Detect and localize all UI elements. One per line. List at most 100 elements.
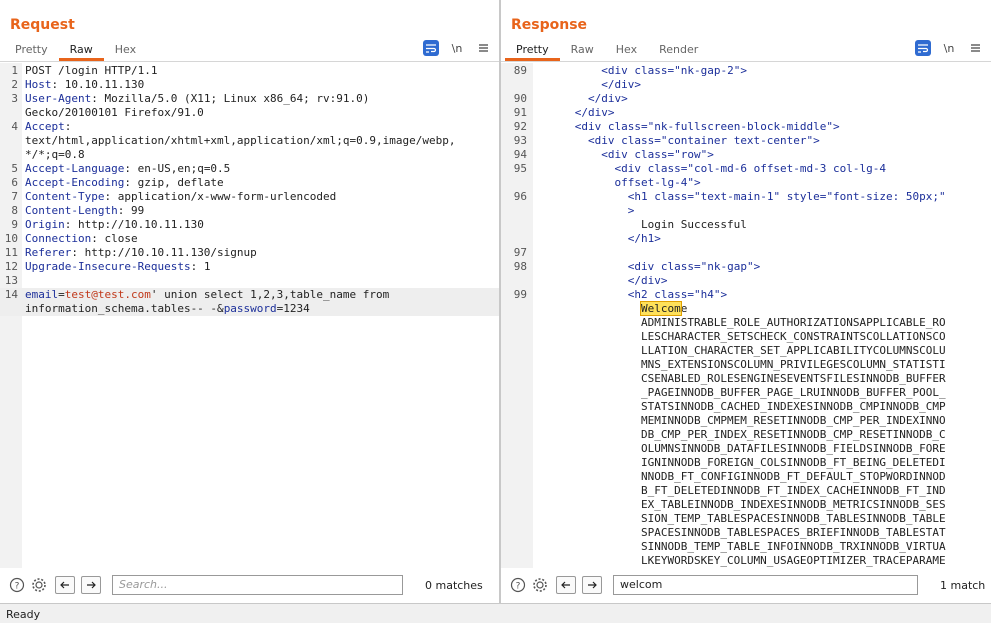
line-code: ADMINISTRABLE_ROLE_AUTHORIZATIONSAPPLICA… xyxy=(535,316,946,330)
help-icon[interactable]: ? xyxy=(8,576,26,594)
line-code: </div> xyxy=(535,92,628,106)
status-bar: Ready xyxy=(0,603,991,623)
code-line: 4 Accept: xyxy=(0,120,499,134)
request-title: Request xyxy=(10,17,75,33)
next-match-button[interactable] xyxy=(81,576,101,594)
code-token: Referer xyxy=(25,246,72,259)
request-tab-pretty[interactable]: Pretty xyxy=(4,40,59,60)
gear-icon[interactable] xyxy=(30,576,48,594)
code-token: OLUMNSINNODB_DATAFILESINNODB_FIELDSINNOD… xyxy=(535,442,946,455)
code-token: <h1 xyxy=(535,190,655,203)
request-editor[interactable]: 1 POST /login HTTP/1.1 2 Host: 10.10.11.130… xyxy=(0,63,499,568)
line-code: LLATION_CHARACTER_SET_APPLICABILITYCOLUM… xyxy=(535,344,946,358)
line-code: IGNINNODB_FOREIGN_COLSINNODB_FT_BEING_DE… xyxy=(535,456,946,470)
code-token: class= xyxy=(660,260,701,273)
code-line: NNODB_FT_CONFIGINNODB_FT_DEFAULT_STOPWOR… xyxy=(501,470,991,484)
code-line: 11 Referer: http://10.10.11.130/signup xyxy=(0,246,499,260)
line-code: MNS_EXTENSIONSCOLUMN_PRIVILEGESCOLUMN_ST… xyxy=(535,358,946,372)
line-number: 10 xyxy=(4,232,18,245)
code-line: LLATION_CHARACTER_SET_APPLICABILITYCOLUM… xyxy=(501,344,991,358)
line-code: <div class="col-md-6 offset-md-3 col-lg-… xyxy=(535,162,886,176)
code-token: style= xyxy=(786,190,827,203)
show-newlines-icon[interactable]: \n xyxy=(449,40,465,56)
line-number: 12 xyxy=(4,260,18,273)
next-match-button[interactable] xyxy=(582,576,602,594)
request-tab-divider xyxy=(0,61,499,62)
line-code: <div class="nk-gap-2"> xyxy=(535,64,747,78)
line-code: > xyxy=(535,204,635,218)
code-token: =1234 xyxy=(276,302,310,315)
request-tab-raw[interactable]: Raw xyxy=(58,40,104,61)
request-search-input[interactable]: Search... xyxy=(112,575,403,595)
response-tab-hex[interactable]: Hex xyxy=(605,40,648,60)
code-token: "col-md-6 offset-md-3 col-lg-4 xyxy=(687,162,887,175)
response-editor[interactable]: 89 <div class="nk-gap-2"> </div> 90 </div… xyxy=(501,63,991,568)
code-token: class= xyxy=(647,162,688,175)
line-code: </h1> xyxy=(535,232,661,246)
menu-icon[interactable] xyxy=(475,40,491,56)
line-code: </div> xyxy=(535,106,615,120)
code-line: 2 Host: 10.10.11.130 xyxy=(0,78,499,92)
code-line: 89 <div class="nk-gap-2"> xyxy=(501,64,991,78)
line-code: EX_TABLEINNODB_INDEXESINNODB_METRICSINNO… xyxy=(535,498,946,512)
code-token: : 10.10.11.130 xyxy=(51,78,145,91)
code-line: OLUMNSINNODB_DATAFILESINNODB_FIELDSINNOD… xyxy=(501,442,991,456)
code-token: User-Agent xyxy=(25,92,92,105)
response-search-bar: ? welcom 1 match xyxy=(501,572,991,598)
gear-icon[interactable] xyxy=(531,576,549,594)
line-code: STATSINNODB_CACHED_INDEXESINNODB_CMPINNO… xyxy=(535,400,946,414)
help-icon[interactable]: ? xyxy=(509,576,527,594)
code-token: class= xyxy=(634,64,675,77)
menu-icon[interactable] xyxy=(967,40,983,56)
code-line: </h1> xyxy=(501,232,991,246)
code-token: MEMINNODB_CMPMEM_RESETINNODB_CMP_PER_IND… xyxy=(535,414,946,427)
code-token: > xyxy=(693,176,701,189)
response-tab-pretty[interactable]: Pretty xyxy=(505,40,560,61)
code-token: > xyxy=(753,260,761,273)
code-line: 13 xyxy=(0,274,499,288)
code-token: Login Successful xyxy=(535,218,747,231)
code-token: : close xyxy=(91,232,138,245)
code-token: Accept-Language xyxy=(25,162,125,175)
previous-match-button[interactable] xyxy=(55,576,75,594)
code-line: Welcome xyxy=(501,301,991,316)
code-line: EX_TABLEINNODB_INDEXESINNODB_METRICSINNO… xyxy=(501,498,991,512)
line-code: <div class="nk-gap"> xyxy=(535,260,761,274)
word-wrap-icon[interactable] xyxy=(915,40,931,56)
code-line: SPACESINNODB_TABLESPACES_BRIEFINNODB_TAB… xyxy=(501,526,991,540)
line-code: DB_CMP_PER_INDEX_RESETINNODB_CMP_RESETIN… xyxy=(535,428,946,442)
response-title: Response xyxy=(511,17,588,33)
code-token: <div xyxy=(535,134,622,147)
code-line: 96 <h1 class="text-main-1" style="font-s… xyxy=(501,190,991,204)
line-number: 93 xyxy=(513,134,527,147)
code-token: Content-Type xyxy=(25,190,105,203)
code-token: SINNODB_TEMP_TABLE_INFOINNODB_TRXINNODB_… xyxy=(535,540,946,553)
code-token: STATSINNODB_CACHED_INDEXESINNODB_CMPINNO… xyxy=(535,400,946,413)
code-token: <div xyxy=(535,260,661,273)
code-token: SPACESINNODB_TABLESPACES_BRIEFINNODB_TAB… xyxy=(535,526,946,539)
line-number: 3 xyxy=(11,92,18,105)
code-line: */*;q=0.8 xyxy=(0,148,499,162)
line-code: SPACESINNODB_TABLESPACES_BRIEFINNODB_TAB… xyxy=(535,526,946,540)
code-token: Connection xyxy=(25,232,92,245)
code-token: class= xyxy=(654,190,694,203)
response-tab-raw[interactable]: Raw xyxy=(560,40,605,60)
line-code: Upgrade-Insecure-Requests: 1 xyxy=(25,260,210,274)
code-token: POST /login HTTP/1.1 xyxy=(25,64,158,77)
code-token: > xyxy=(833,120,840,133)
show-newlines-icon[interactable]: \n xyxy=(941,40,957,56)
previous-match-button[interactable] xyxy=(556,576,576,594)
line-number: 9 xyxy=(11,218,18,231)
code-token: "font-size: 50px;" xyxy=(826,190,946,203)
request-tab-hex[interactable]: Hex xyxy=(104,40,147,60)
search-highlight: Welcom xyxy=(639,301,682,316)
response-tab-render[interactable]: Render xyxy=(648,40,709,60)
code-line: MEMINNODB_CMPMEM_RESETINNODB_CMP_PER_IND… xyxy=(501,414,991,428)
code-token: LESCHARACTER_SETSCHECK_CONSTRAINTSCOLLAT… xyxy=(535,330,946,343)
word-wrap-icon[interactable] xyxy=(423,40,439,56)
response-search-input[interactable]: welcom xyxy=(613,575,918,595)
line-code: LKEYWORDSKEY_COLUMN_USAGEOPTIMIZER_TRACE… xyxy=(535,554,946,568)
line-code: */*;q=0.8 xyxy=(25,148,85,162)
code-token: EX_TABLEINNODB_INDEXESINNODB_METRICSINNO… xyxy=(535,498,946,511)
code-token: MNS_EXTENSIONSCOLUMN_PRIVILEGESCOLUMN_ST… xyxy=(535,358,946,371)
